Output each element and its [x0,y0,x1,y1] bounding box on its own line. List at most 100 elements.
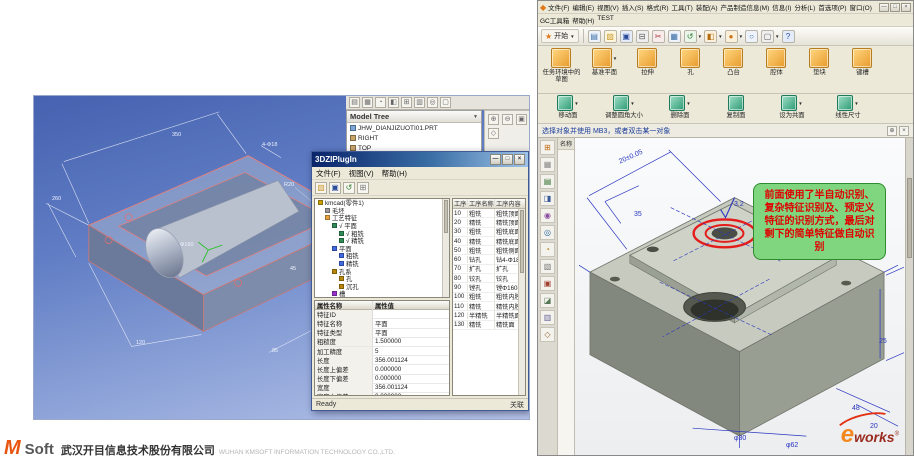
refresh-icon[interactable]: ↺ [343,182,355,194]
refit-icon[interactable]: ▣ [516,114,527,125]
orient-icon[interactable]: ◇ [488,128,499,139]
feature-tree-item[interactable]: √ 精铣 [315,237,442,245]
menu-item[interactable]: 产品制造信息(M) [721,2,770,12]
menu-item[interactable]: 视图(V) [597,2,619,12]
settings-icon[interactable]: ⊞ [357,182,369,194]
menu-item[interactable]: 插入(S) [622,2,644,12]
layer-icon[interactable]: ▤ [349,97,360,108]
chevron-down-icon[interactable]: ▼ [473,114,478,120]
feature-button[interactable]: 垫块 [799,48,840,76]
menu-item[interactable]: 首选项(P) [818,2,846,12]
sync-modeling-button[interactable]: ▼ 调整圆角大小 [597,95,651,119]
menu-item[interactable]: 工具(T) [672,2,693,12]
repaint-icon[interactable]: ◔ [375,97,386,108]
feature-button[interactable]: 任务环境中的草图 [541,48,582,83]
spin-center-icon[interactable]: ◎ [427,97,438,108]
dialog-menu-item[interactable]: 文件(F) [316,168,341,179]
view-manager-icon[interactable]: ▦ [362,97,373,108]
save-icon[interactable]: ▣ [329,182,341,194]
operation-row[interactable]: 90 镗孔 镗Φ160孔 [453,283,518,292]
reuse-library-icon[interactable]: ◨ [540,191,555,206]
feature-button[interactable]: 腔体 [756,48,797,76]
open-icon[interactable]: ▨ [315,182,327,194]
shaded-display-icon[interactable]: ● ▼ [725,30,743,43]
menu-item[interactable]: 信息(I) [772,2,791,12]
feature-tree-item[interactable]: √ 粗铣 [315,229,442,237]
model-tree-item[interactable]: RIGHT [347,133,481,143]
system-materials-icon[interactable]: ▥ [540,310,555,325]
restore-button[interactable]: □ [890,3,900,12]
menu-item[interactable]: 装配(A) [696,2,718,12]
feature-button[interactable]: 凸台 [713,48,754,76]
menu-item[interactable]: 帮助(H) [572,15,594,25]
history-icon[interactable]: ◔ [540,242,555,257]
menu-item[interactable]: 编辑(E) [572,2,594,12]
web-browser-icon[interactable]: ◎ [540,225,555,240]
cut-icon[interactable]: ✂ [652,30,666,43]
property-row[interactable]: 宽度上偏差 0.000000 [315,393,449,396]
sync-modeling-button[interactable]: ▼ 删除面 [653,95,707,119]
table-scrollbar[interactable] [518,209,525,395]
feature-tree-item[interactable]: √ 平面 [315,222,442,230]
new-file-icon[interactable]: ▤ [588,30,602,43]
zoom-out-icon[interactable]: ⊖ [502,114,513,125]
assembly-navigator-icon[interactable]: ⊞ [540,140,555,155]
minimize-button[interactable]: — [879,3,889,12]
operation-row[interactable]: 40 精铣 精铣底面 [453,237,518,246]
maximize-button[interactable]: □ [502,154,513,165]
dialog-menu-item[interactable]: 视图(V) [349,168,374,179]
feature-tree-item[interactable]: 孔系 [315,267,442,275]
feature-button[interactable]: 拉伸 [627,48,668,76]
saved-views-icon[interactable]: ▢ [440,97,451,108]
feature-tree-item[interactable]: 工艺特征 [315,214,442,222]
viewport-scrollbar[interactable] [905,138,913,455]
print-icon[interactable]: ⊟ [636,30,650,43]
zoom-in-icon[interactable]: ⊕ [488,114,499,125]
menu-item[interactable]: 文件(F) [548,2,569,12]
undo-icon[interactable]: ↺ ▼ [684,30,702,43]
sync-modeling-button[interactable]: ▼ 线性尺寸 [821,95,875,119]
operation-row[interactable]: 110 精铣 精铣内腔 [453,302,518,311]
save-icon[interactable]: ▣ [620,30,634,43]
model-tree-header[interactable]: Model Tree ▼ [347,111,481,123]
menu-item[interactable]: TEST [597,15,614,25]
scrollbar-thumb[interactable] [907,178,912,258]
part-navigator-panel[interactable]: 名称 [558,138,575,455]
operation-row[interactable]: 70 扩孔 扩孔 [453,265,518,274]
feature-button[interactable]: 键槽 [842,48,883,76]
feature-button[interactable]: 孔 [670,48,711,76]
sync-modeling-button[interactable]: 复制面 [709,95,763,119]
operation-row[interactable]: 60 钻孔 钻4-Φ18孔 [453,255,518,264]
operation-row[interactable]: 130 精铣 精铣面 [453,321,518,330]
menu-item[interactable]: 分析(L) [794,2,815,12]
close-button[interactable]: × [514,154,525,165]
constraint-navigator-icon[interactable]: ▦ [540,157,555,172]
hd3d-tools-icon[interactable]: ◉ [540,208,555,223]
scrollbar-thumb[interactable] [444,200,448,233]
manufacturing-wizard-icon[interactable]: ▣ [540,276,555,291]
sync-modeling-button[interactable]: ▼ 设为共面 [765,95,819,119]
scrollbar-thumb[interactable] [520,210,524,273]
operation-row[interactable]: 30 粗铣 粗铣底面 [453,228,518,237]
sync-modeling-button[interactable]: ▼ 移动面 [541,95,595,119]
menu-item[interactable]: GC工具箱 [540,15,569,25]
operation-row[interactable]: 50 粗铣 粗铣侧面 [453,246,518,255]
operation-row[interactable]: 120 半精铣 半精铣面 [453,311,518,320]
wireframe-display-icon[interactable]: ○ [745,30,759,43]
feature-tree-item[interactable]: 精铣 [315,260,442,268]
operation-row[interactable]: 80 铰孔 铰孔 [453,274,518,283]
close-button[interactable]: × [901,3,911,12]
feature-tree-item[interactable]: 沉孔 [315,283,442,291]
minimize-button[interactable]: — [490,154,501,165]
operation-row[interactable]: 20 精铣 精铣顶面 [453,218,518,227]
operation-row[interactable]: 10 粗铣 粗铣顶面 [453,209,518,218]
feature-tree-item[interactable]: 平面 [315,245,442,253]
operation-row[interactable]: 100 粗铣 粗铣内腔 [453,293,518,302]
close-bar-icon[interactable]: × [899,126,909,136]
view-orient-icon[interactable]: ◧ ▼ [704,30,722,43]
menu-item[interactable]: 格式(R) [646,2,668,12]
dialog-menu-item[interactable]: 帮助(H) [382,168,407,179]
copy-icon[interactable]: ▦ [668,30,682,43]
touch-mode-icon[interactable]: ◇ [540,327,555,342]
tree-scrollbar[interactable] [442,199,449,297]
